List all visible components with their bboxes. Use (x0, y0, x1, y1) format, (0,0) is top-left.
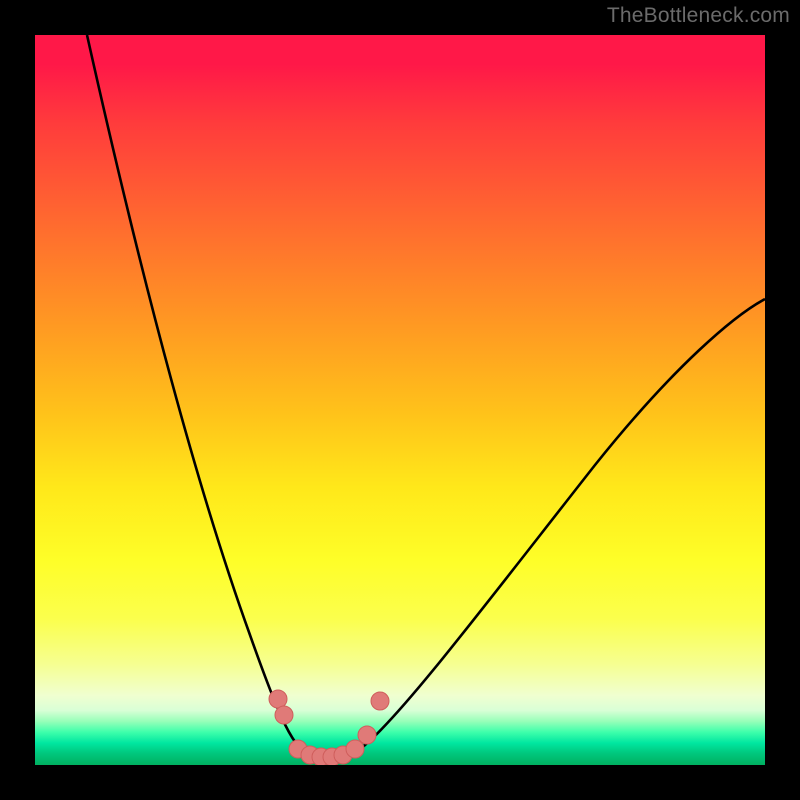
plot-area (35, 35, 765, 765)
watermark-text: TheBottleneck.com (607, 4, 790, 28)
bottleneck-curve (35, 35, 765, 765)
curve-path (87, 35, 765, 762)
chart-stage: TheBottleneck.com (0, 0, 800, 800)
